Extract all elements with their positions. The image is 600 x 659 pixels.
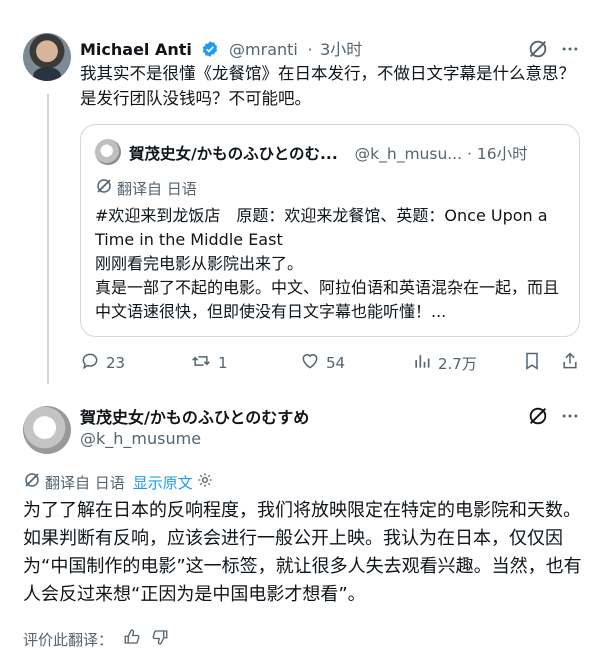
verified-badge-icon [201,40,219,62]
translated-label: 翻译自 日语 [95,177,197,199]
quote-header: 賀茂史女/かものふひとのむ... @k_h_musu... · 16小时 [129,142,528,164]
author-handle[interactable]: @mranti [229,40,298,59]
separator-dot: · [467,145,472,163]
translate-icon [95,177,113,199]
separator-dot: · [307,40,313,59]
quote-author-name: 賀茂史女/かものふひとのむ... [129,145,338,163]
more-icon[interactable] [558,37,582,61]
bookmark-icon [522,351,542,375]
more-icon[interactable] [558,404,582,428]
retweet-button[interactable]: 1 [190,351,228,375]
views-button[interactable]: 2.7万 [412,351,477,375]
retweet-icon [190,351,212,375]
share-button[interactable] [560,351,580,375]
views-count: 2.7万 [438,354,477,373]
settings-gear-icon[interactable] [197,472,213,492]
tweet-time[interactable]: 3小时 [320,40,362,59]
quote-avatar [95,139,121,165]
quote-time: 16小时 [476,145,528,163]
action-bar: 23 1 54 2.7万 [80,351,580,377]
reply-translated-label: 翻译自 日语 显示原文 [23,471,213,493]
reply-icon [80,351,100,375]
translated-label-text: 翻译自 日语 [45,473,125,492]
quote-handle: @k_h_musu... [354,145,463,163]
reply-avatar[interactable] [23,406,71,454]
reply-author-handle[interactable]: @k_h_musume [80,429,201,448]
tweet-header: Michael Anti @mranti · 3小时 [80,36,362,62]
author-name[interactable]: Michael Anti [80,40,192,59]
grok-icon[interactable] [526,404,550,428]
translate-icon [23,471,41,493]
tweet-text: 我其实不是很懂《龙餐馆》在日本发行，不做日文字幕是什么意思？是发行团队没钱吗？不… [80,64,575,108]
like-count: 54 [326,354,346,372]
reply-count: 23 [106,354,126,372]
share-icon [560,351,580,375]
heart-icon [300,351,320,375]
views-icon [412,351,432,375]
thumbs-down-icon[interactable] [151,628,169,650]
thread-line [47,94,49,384]
grok-icon[interactable] [526,37,550,61]
rate-label: 评价此翻译： [23,630,114,649]
quoted-tweet[interactable]: 賀茂史女/かものふひとのむ... @k_h_musu... · 16小时 翻译自… [80,124,580,337]
thumbs-up-icon[interactable] [123,628,141,650]
reply-text: 为了了解在日本的反响程度，我们将放映限定在特定的电影院和天数。如果判断有反响，应… [23,500,582,605]
reply-button[interactable]: 23 [80,351,125,375]
translated-label-text: 翻译自 日语 [117,179,197,198]
retweet-count: 1 [218,354,228,372]
show-original-link[interactable]: 显示原文 [133,472,193,493]
reply-author-name[interactable]: 賀茂史女/かものふひとのむすめ [80,404,309,428]
rate-translation: 评价此翻译： [23,628,169,650]
quote-text: #欢迎来到龙饭店 原题：欢迎来龙餐馆、英题：Once Upon a Time i… [95,206,560,321]
avatar[interactable] [23,33,71,81]
bookmark-button[interactable] [522,351,542,375]
like-button[interactable]: 54 [300,351,345,375]
